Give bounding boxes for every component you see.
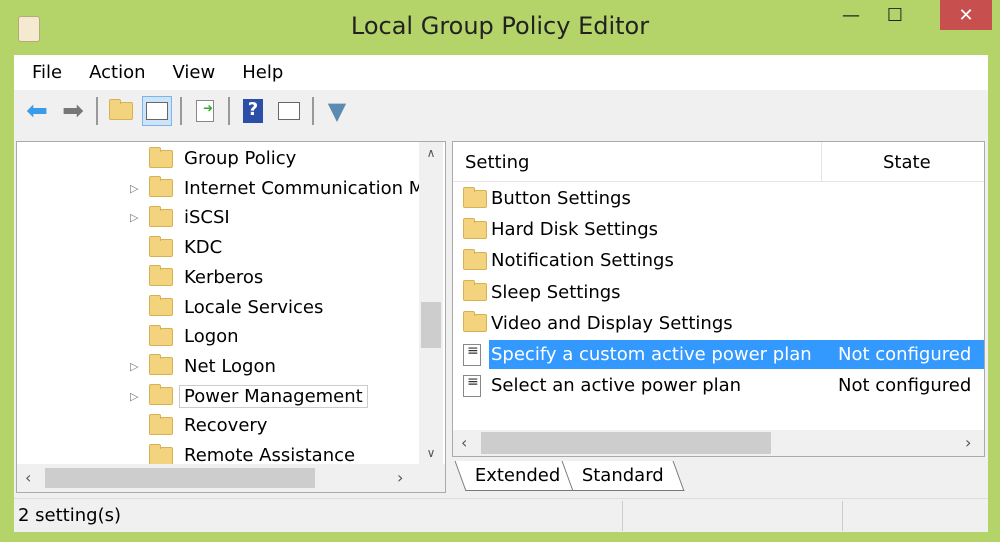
close-button[interactable]: ✕ (940, 0, 992, 30)
show-hide-tree-icon[interactable] (142, 96, 172, 126)
folder-icon (149, 443, 173, 465)
folder-icon (463, 311, 487, 333)
folder-icon (463, 217, 487, 239)
folder-icon (149, 384, 173, 406)
tree-item-label: Group Policy (184, 148, 297, 169)
folder-icon (149, 354, 173, 376)
list-row[interactable]: Select an active power plan Not configure… (461, 371, 984, 400)
filter-icon[interactable]: ▼ (322, 96, 352, 126)
help-icon[interactable]: ? (238, 96, 268, 126)
policy-icon (463, 343, 481, 366)
expand-arrow-icon[interactable]: ▷ (130, 182, 138, 195)
tree-item-label: Power Management (179, 384, 368, 408)
up-folder-icon[interactable] (106, 96, 136, 126)
separator (180, 97, 182, 125)
setting-name: Notification Settings (491, 250, 674, 272)
separator (228, 97, 230, 125)
tab-standard[interactable]: Standard (561, 461, 685, 491)
list-header: Setting State (453, 142, 984, 182)
list-row[interactable]: Hard Disk Settings (461, 215, 984, 244)
settings-pane: Setting State Button Settings Hard Disk S… (452, 141, 985, 457)
folder-icon (149, 265, 173, 287)
column-setting[interactable]: Setting (465, 152, 529, 173)
tree-pane: Group Policy ▷ Internet Communication M ▷ iS… (16, 141, 446, 493)
menu-view[interactable]: View (173, 62, 216, 83)
setting-name: Specify a custom active power plan (491, 344, 812, 365)
setting-name: Sleep Settings (491, 281, 621, 303)
tree-item-label: Net Logon (184, 355, 276, 377)
folder-icon (149, 324, 173, 346)
setting-name: Video and Display Settings (491, 312, 733, 334)
list-horizontal-scrollbar[interactable]: ‹ › (453, 430, 984, 456)
expand-arrow-icon[interactable]: ▷ (130, 211, 138, 224)
menu-help[interactable]: Help (242, 62, 283, 83)
setting-name: Select an active power plan (491, 375, 742, 397)
expand-arrow-icon[interactable]: ▷ (130, 360, 138, 373)
folder-icon (149, 295, 173, 316)
tree-item-label: Logon (184, 326, 239, 348)
forward-icon[interactable]: ➡ (58, 96, 88, 126)
setting-name: Hard Disk Settings (491, 219, 659, 241)
menu-action[interactable]: Action (89, 62, 145, 83)
policy-icon (463, 374, 481, 397)
folder-icon (149, 413, 173, 435)
tree-item-label: KDC (184, 237, 223, 259)
status-text: 2 setting(s) (18, 505, 121, 526)
toolbar: ⬅ ➡ ➜ ? ▼ (14, 91, 988, 131)
back-icon[interactable]: ⬅ (22, 96, 52, 126)
setting-state: Not configured (838, 375, 972, 397)
tree-item-label: Internet Communication M (184, 177, 425, 199)
status-bar: 2 setting(s) (14, 498, 988, 532)
folder-icon (149, 205, 173, 227)
folder-icon (149, 146, 173, 168)
tree-item-label: Kerberos (184, 266, 264, 288)
scroll-thumb[interactable] (45, 468, 315, 488)
export-list-icon[interactable]: ➜ (190, 96, 220, 126)
list-row[interactable]: Video and Display Settings (461, 309, 984, 338)
show-action-pane-icon[interactable] (274, 96, 304, 126)
folder-icon (463, 186, 487, 208)
maximize-button[interactable]: ☐ (872, 0, 918, 30)
tree-vertical-scrollbar[interactable]: ∧ ∨ (419, 142, 443, 464)
list-row[interactable]: Button Settings (461, 184, 984, 213)
list-row[interactable]: Specify a custom active power plan Not co… (463, 340, 984, 369)
tab-extended[interactable]: Extended (454, 461, 581, 491)
tree-item-label: Locale Services (184, 296, 324, 318)
folder-icon (463, 248, 487, 270)
tree-horizontal-scrollbar[interactable]: ‹ › (17, 464, 445, 492)
scroll-thumb[interactable] (481, 432, 771, 454)
list-row[interactable]: Sleep Settings (461, 278, 984, 307)
minimize-button[interactable]: — (828, 0, 874, 30)
menu-file[interactable]: File (32, 62, 62, 83)
list-row[interactable]: Notification Settings (461, 246, 984, 275)
separator (312, 97, 314, 125)
folder-icon (463, 280, 487, 302)
column-state[interactable]: State (883, 152, 931, 173)
menu-bar: File Action View Help (14, 55, 988, 90)
folder-icon (149, 235, 173, 257)
expand-arrow-icon[interactable]: ▷ (130, 390, 138, 403)
setting-name: Button Settings (491, 188, 631, 209)
folder-icon (149, 176, 173, 198)
scroll-thumb[interactable] (421, 302, 441, 348)
client-area: File Action View Help ⬅ ➡ ➜ ? ▼ Group Po… (14, 55, 988, 532)
separator (96, 97, 98, 125)
setting-state: Not configured (838, 344, 972, 365)
tree-item-label: Recovery (184, 415, 268, 437)
tree-item-label: Remote Assistance (184, 445, 356, 466)
tree-item-label: iSCSI (184, 207, 230, 229)
